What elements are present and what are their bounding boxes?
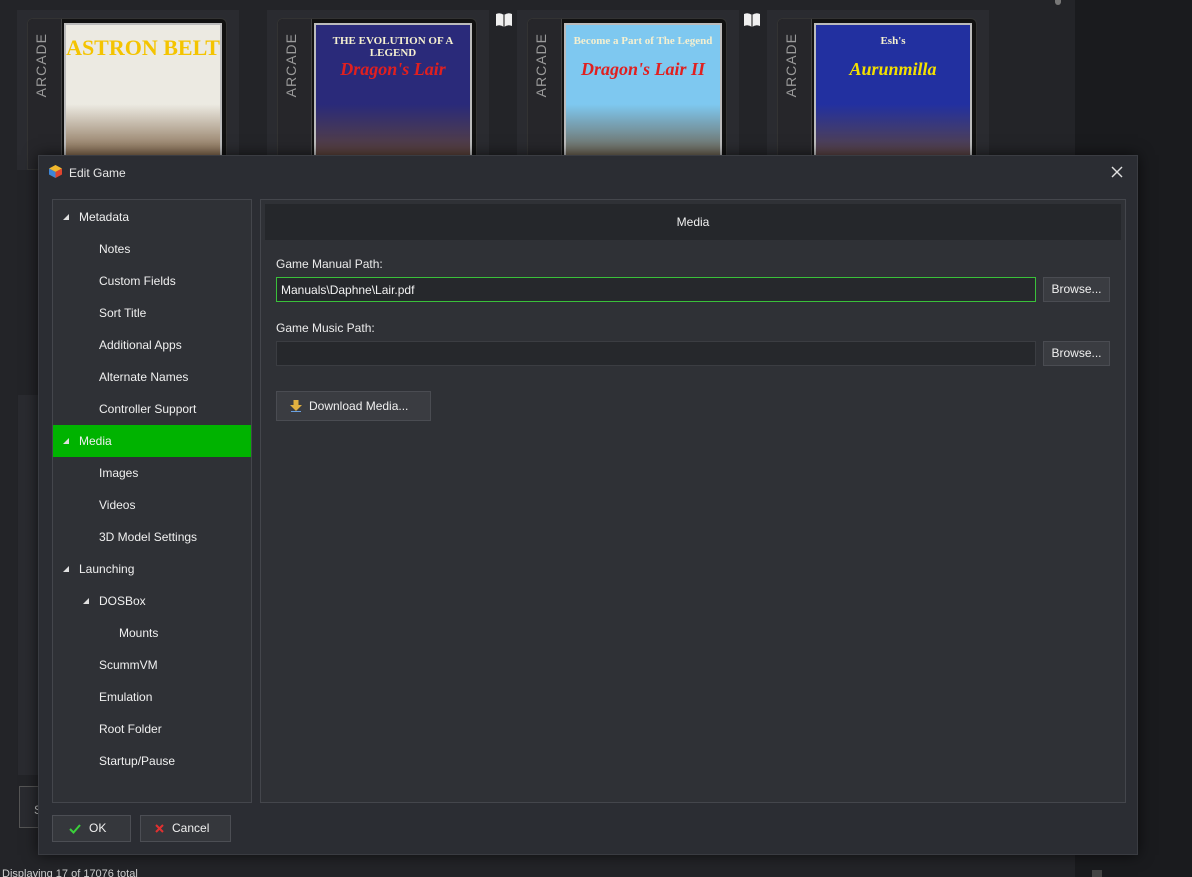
nav-item-scummvm[interactable]: ScummVM: [53, 649, 251, 681]
cover-title-line1: ASTRON BELT: [66, 35, 220, 60]
nav-item-label: Videos: [99, 498, 136, 512]
nav-item-3d-model-settings[interactable]: 3D Model Settings: [53, 521, 251, 553]
dialog-titlebar[interactable]: Edit Game: [39, 156, 1137, 188]
spine-label: ARCADE: [283, 33, 299, 98]
spine-label: ARCADE: [33, 33, 49, 98]
nav-item-images[interactable]: Images: [53, 457, 251, 489]
manual-book-icon: [496, 13, 512, 27]
game-tile-partial[interactable]: [18, 395, 38, 775]
nav-item-controller-support[interactable]: Controller Support: [53, 393, 251, 425]
nav-item-sort-title[interactable]: Sort Title: [53, 297, 251, 329]
game-tile[interactable]: ARCADE ASTRON BELT: [17, 10, 239, 170]
nav-item-mounts[interactable]: Mounts: [53, 617, 251, 649]
nav-item-alternate-names[interactable]: Alternate Names: [53, 361, 251, 393]
nav-item-emulation[interactable]: Emulation: [53, 681, 251, 713]
cover-title-line1: Become a Part of The Legend: [573, 35, 713, 47]
nav-item-label: Metadata: [79, 210, 130, 224]
nav-item-notes[interactable]: Notes: [53, 233, 251, 265]
edit-game-dialog: Edit Game Metadata Notes Custom Fields Sort…: [38, 155, 1138, 855]
expand-arrow-icon[interactable]: [63, 214, 69, 220]
box-spine: ARCADE: [278, 19, 312, 169]
game-box-art: ARCADE ASTRON BELT: [27, 18, 227, 170]
nav-item-label: Emulation: [99, 690, 153, 704]
game-tile[interactable]: ARCADE Esh's Aurunmilla: [767, 10, 989, 170]
cancel-button[interactable]: Cancel: [140, 815, 231, 842]
box-cover: Esh's Aurunmilla: [814, 23, 972, 169]
box-spine: ARCADE: [528, 19, 562, 169]
nav-item-label: Additional Apps: [99, 338, 182, 352]
check-icon: [69, 824, 81, 834]
expand-arrow-icon[interactable]: [63, 438, 69, 444]
nav-item-custom-fields[interactable]: Custom Fields: [53, 265, 251, 297]
box-cover: ASTRON BELT: [64, 23, 222, 169]
game-tile[interactable]: ARCADE THE EVOLUTION OF A LEGEND Dragon's …: [267, 10, 512, 170]
nav-item-startup-pause[interactable]: Startup/Pause: [53, 745, 251, 777]
expand-arrow-icon[interactable]: [63, 566, 69, 572]
cover-title-line2: Dragon's Lair: [340, 59, 446, 79]
nav-item-label: DOSBox: [99, 594, 146, 608]
manual-browse-button[interactable]: Browse...: [1043, 277, 1110, 302]
nav-item-label: Controller Support: [99, 402, 197, 416]
media-panel: Media Game Manual Path: Browse... Game M…: [260, 199, 1126, 803]
expand-arrow-icon[interactable]: [83, 598, 89, 604]
nav-item-label: Startup/Pause: [99, 754, 176, 768]
settings-nav-tree: Metadata Notes Custom Fields Sort Title Addi…: [52, 199, 252, 803]
game-box-art: ARCADE Become a Part of The Legend Dragon'…: [527, 18, 727, 170]
spine-label: ARCADE: [783, 33, 799, 98]
cover-title-line1: Esh's: [880, 35, 906, 47]
cancel-x-icon: [155, 824, 164, 833]
nav-item-media[interactable]: Media: [53, 425, 251, 457]
nav-item-label: 3D Model Settings: [99, 530, 198, 544]
nav-item-label: Mounts: [119, 626, 159, 640]
dialog-title: Edit Game: [69, 166, 126, 180]
cover-title-line1: THE EVOLUTION OF A LEGEND: [332, 35, 454, 59]
download-media-label: Download Media...: [309, 399, 409, 413]
screen: ARCADE ASTRON BELT ARCADE THE EVOLUTION OF …: [0, 0, 1192, 877]
music-path-input[interactable]: [276, 341, 1036, 366]
manual-path-input[interactable]: [276, 277, 1036, 302]
box-spine: ARCADE: [778, 19, 812, 169]
nav-item-label: Notes: [99, 242, 131, 256]
box-spine: ARCADE: [28, 19, 62, 169]
game-tile[interactable]: ARCADE Become a Part of The Legend Dragon'…: [517, 10, 760, 170]
nav-item-label: Launching: [79, 562, 135, 576]
music-path-label: Game Music Path:: [276, 321, 375, 335]
close-icon[interactable]: [1109, 164, 1125, 180]
box-cover: THE EVOLUTION OF A LEGEND Dragon's Lair: [314, 23, 472, 169]
manual-path-label: Game Manual Path:: [276, 257, 383, 271]
spine-label: ARCADE: [533, 33, 549, 98]
cancel-label: Cancel: [172, 821, 210, 835]
ok-button[interactable]: OK: [52, 815, 131, 842]
game-box-art: ARCADE THE EVOLUTION OF A LEGEND Dragon's …: [277, 18, 477, 170]
download-arrow-icon: [290, 400, 302, 412]
manual-book-icon: [744, 13, 760, 27]
nav-item-launching[interactable]: Launching: [53, 553, 251, 585]
music-browse-button[interactable]: Browse...: [1043, 341, 1110, 366]
resize-grip[interactable]: [1092, 870, 1102, 877]
nav-item-additional-apps[interactable]: Additional Apps: [53, 329, 251, 361]
panel-header: Media: [265, 204, 1121, 240]
cover-title-line2: Aurunmilla: [849, 59, 937, 79]
app-logo-icon: [49, 165, 62, 178]
nav-item-label: Root Folder: [99, 722, 162, 736]
nav-item-label: Media: [79, 434, 112, 448]
nav-item-root-folder[interactable]: Root Folder: [53, 713, 251, 745]
nav-item-label: Images: [99, 466, 139, 480]
box-cover: Become a Part of The Legend Dragon's Lair…: [564, 23, 722, 169]
cover-title-line2: Dragon's Lair II: [580, 59, 706, 79]
nav-item-metadata[interactable]: Metadata: [53, 201, 251, 233]
nav-item-videos[interactable]: Videos: [53, 489, 251, 521]
download-media-button[interactable]: Download Media...: [276, 391, 431, 421]
nav-item-label: Alternate Names: [99, 370, 189, 384]
ok-label: OK: [89, 821, 107, 835]
game-box-art: ARCADE Esh's Aurunmilla: [777, 18, 977, 170]
nav-item-label: ScummVM: [99, 658, 158, 672]
nav-item-label: Sort Title: [99, 306, 147, 320]
nav-item-label: Custom Fields: [99, 274, 176, 288]
nav-item-dosbox[interactable]: DOSBox: [53, 585, 251, 617]
status-text: Displaying 17 of 17076 total: [2, 868, 138, 877]
